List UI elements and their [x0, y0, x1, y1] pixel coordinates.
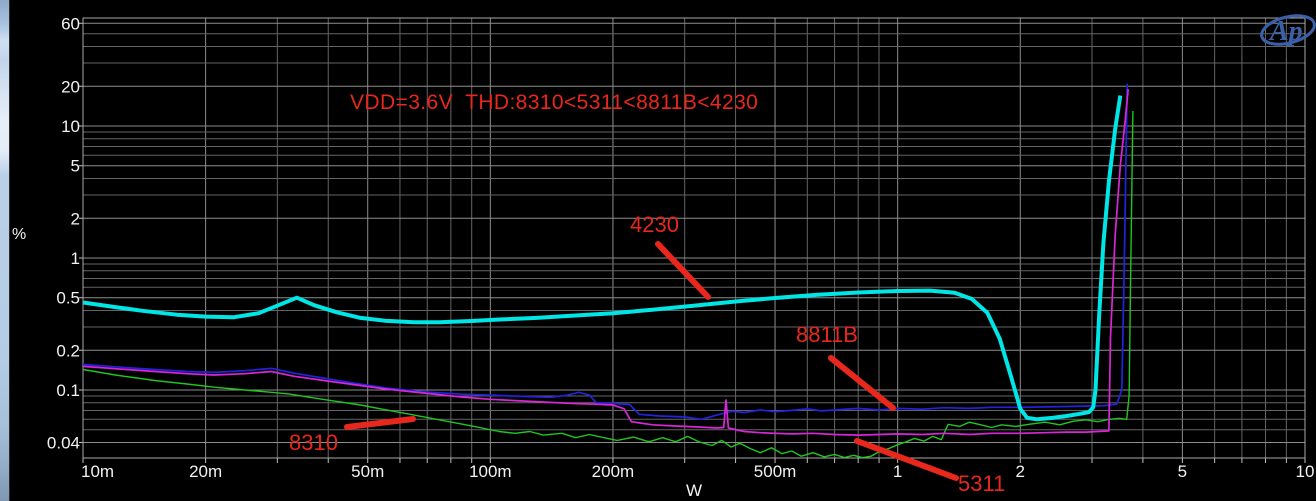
svg-text:2: 2 — [1016, 462, 1025, 481]
svg-text:500m: 500m — [754, 462, 797, 481]
chart-annotation-title: VDD=3.6V THD:8310<5311<8811B<4230 — [350, 91, 758, 115]
trace-8310 — [83, 111, 1133, 458]
svg-text:0.2: 0.2 — [56, 341, 80, 360]
y-axis-unit-label: % — [12, 226, 26, 244]
svg-text:5: 5 — [1178, 462, 1187, 481]
callout-label-5311: 5311 — [958, 471, 1005, 497]
callout-label-8811b: 8811B — [796, 322, 858, 348]
trace-8811b — [83, 84, 1127, 420]
callout-arrow-8811b — [831, 358, 893, 408]
audio-precision-logo: Ap — [1248, 4, 1316, 56]
trace-5311 — [83, 89, 1128, 435]
ap-measurement-window: 10m 20m 50m 100m 200m 500m 1 2 5 10 0.04 0.1 0.2 0.5 1… — [0, 0, 1316, 501]
x-axis-unit-label: W — [686, 481, 702, 501]
callout-arrow-8310 — [347, 419, 413, 427]
svg-text:0.1: 0.1 — [56, 381, 80, 400]
svg-text:10m: 10m — [81, 462, 114, 481]
svg-text:0.04: 0.04 — [47, 434, 80, 453]
callout-label-4230: 4230 — [630, 212, 679, 238]
svg-text:200m: 200m — [592, 462, 635, 481]
callout-label-8310: 8310 — [289, 430, 338, 456]
svg-text:20m: 20m — [189, 462, 222, 481]
svg-text:1: 1 — [893, 462, 902, 481]
thd-vs-power-chart: 10m 20m 50m 100m 200m 500m 1 2 5 10 0.04 0.1 0.2 0.5 1… — [0, 0, 1316, 501]
svg-text:10: 10 — [1296, 462, 1315, 481]
svg-text:10: 10 — [61, 117, 80, 136]
svg-text:100m: 100m — [469, 462, 512, 481]
svg-text:50m: 50m — [351, 462, 384, 481]
svg-text:2: 2 — [71, 209, 80, 228]
svg-text:0.5: 0.5 — [56, 289, 80, 308]
svg-text:60: 60 — [61, 14, 80, 33]
svg-text:20: 20 — [61, 77, 80, 96]
callout-arrow-5311 — [857, 441, 956, 478]
logo-text: Ap — [1268, 16, 1303, 47]
svg-text:5: 5 — [71, 157, 80, 176]
svg-text:1: 1 — [71, 249, 80, 268]
